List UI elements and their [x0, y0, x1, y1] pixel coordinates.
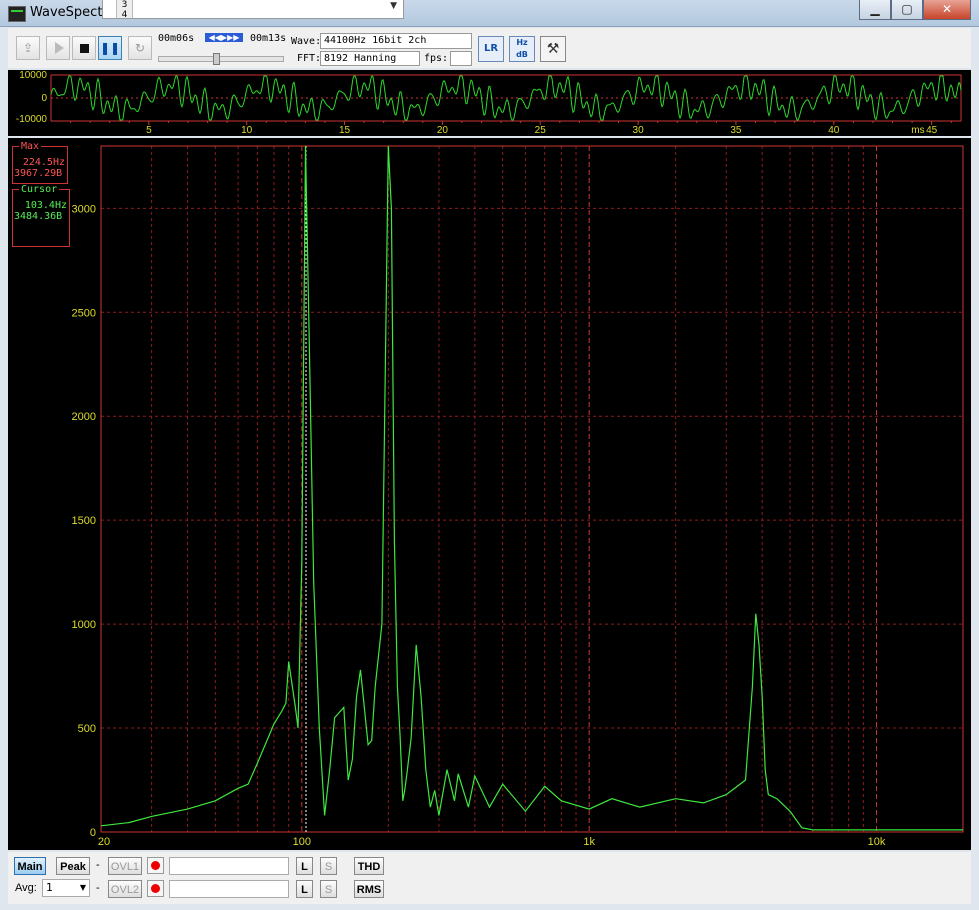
- ovl2-s-button[interactable]: S: [320, 880, 337, 898]
- spec-y-tick-label: 2500: [72, 307, 96, 319]
- spec-y-tick-label: 1500: [72, 515, 96, 527]
- max-value: 3967.29B: [14, 168, 63, 179]
- file-list-dropdown[interactable]: 34 ▼: [102, 0, 404, 20]
- avg-select[interactable]: 1 ▼: [42, 879, 90, 897]
- hz-db-scale-button[interactable]: Hz dB: [509, 36, 535, 62]
- record-ovl2-icon[interactable]: [147, 880, 164, 897]
- wave-y-tick-label: 10000: [19, 70, 47, 81]
- ovl1-s-button[interactable]: S: [320, 857, 337, 875]
- minimize-button[interactable]: ▁: [859, 0, 891, 20]
- spec-y-tick-label: 500: [78, 723, 96, 735]
- wave-x-tick-label: 35: [730, 125, 742, 136]
- seek-buttons[interactable]: ◀◀▶▶▶: [205, 33, 243, 42]
- fft-label: FFT:: [297, 53, 322, 64]
- title-bar: WaveSpectra 34 ▼ ▁ ▢ ✕: [0, 0, 979, 27]
- wave-format-field: 44100Hz 16bit 2ch: [320, 33, 472, 49]
- fft-settings-field: 8192 Hanning: [320, 51, 420, 66]
- spec-y-tick-label: 3000: [72, 203, 96, 215]
- spectrum-panel: 3000 2500 2000 1500 1000 500 0 20 100 1k 10k Max 2…: [8, 138, 971, 850]
- loop-button[interactable]: ↻: [128, 36, 152, 60]
- wave-y-tick-label: -10000: [16, 114, 48, 125]
- wrench-icon[interactable]: ⚒: [540, 36, 566, 62]
- spec-x-tick-label: 1k: [583, 836, 595, 848]
- chevron-down-icon[interactable]: ▼: [390, 1, 397, 11]
- stop-button[interactable]: [72, 36, 96, 60]
- record-ovl1-icon[interactable]: [147, 857, 164, 874]
- play-button[interactable]: [46, 36, 70, 60]
- spec-y-tick-label: 2000: [72, 411, 96, 423]
- pause-button[interactable]: ❚❚: [98, 36, 122, 60]
- position-slider[interactable]: [158, 56, 284, 62]
- fps-field: [450, 51, 472, 66]
- separator-dash: -: [96, 882, 100, 894]
- waveform-chart: 10000 0 -10000 5 10 15 20 25 30 35 40 45ms: [16, 70, 962, 136]
- thd-button[interactable]: THD: [354, 857, 384, 875]
- spectrum-series-0: [100, 145, 963, 831]
- spec-x-tick-label: 100: [293, 836, 311, 848]
- open-file-button[interactable]: ⇪: [16, 36, 40, 60]
- ovl1-button[interactable]: OVL1: [108, 857, 142, 875]
- ovl1-l-button[interactable]: L: [296, 857, 313, 875]
- wave-x-tick-label: 45: [926, 125, 938, 136]
- separator-dash: -: [96, 859, 100, 871]
- wave-x-tick-label: 10: [241, 125, 253, 136]
- fps-label: fps:: [424, 53, 449, 64]
- wave-x-tick-label: 30: [633, 125, 645, 136]
- bottom-controls: Main Peak - OVL1 L S THD Avg: 1 ▼ - OVL2 …: [8, 852, 971, 904]
- position-slider-thumb[interactable]: [213, 53, 220, 65]
- max-label: Max: [19, 141, 42, 152]
- rms-button[interactable]: RMS: [354, 880, 384, 898]
- wave-label: Wave:: [291, 36, 322, 47]
- wave-x-tick-label: 40: [828, 125, 840, 136]
- avg-label: Avg:: [15, 882, 37, 894]
- max-readout: Max 224.5Hz 3967.29B: [12, 141, 68, 184]
- waveform-panel: 10000 0 -10000 5 10 15 20 25 30 35 40 45 ms: [8, 70, 971, 136]
- list-index: 34: [116, 0, 133, 20]
- close-button[interactable]: ✕: [923, 0, 971, 20]
- wave-x-unit: ms: [911, 125, 924, 136]
- time-total: 00m13s: [250, 33, 287, 44]
- cursor-readout: Cursor 103.4Hz 3484.36B: [12, 184, 70, 247]
- max-freq: 224.5Hz: [22, 157, 65, 168]
- app-icon: [8, 6, 26, 22]
- maximize-button[interactable]: ▢: [891, 0, 923, 20]
- spec-x-tick-label: 10k: [868, 836, 886, 848]
- ovl1-field[interactable]: [169, 857, 289, 875]
- cursor-freq: 103.4Hz: [24, 200, 67, 211]
- ovl2-field[interactable]: [169, 880, 289, 898]
- cursor-label: Cursor: [19, 184, 60, 195]
- wave-y-tick-label: 0: [41, 93, 47, 104]
- ovl2-l-button[interactable]: L: [296, 880, 313, 898]
- wave-x-tick-label: 5: [146, 125, 152, 136]
- spec-x-tick-label: 20: [98, 836, 110, 848]
- wave-x-tick-label: 20: [437, 125, 449, 136]
- time-current: 00m06s: [158, 33, 195, 44]
- lr-channel-button[interactable]: LR: [478, 36, 504, 62]
- wave-x-tick-label: 25: [535, 125, 547, 136]
- spec-y-tick-label: 1000: [72, 619, 96, 631]
- spec-y-tick-label: 0: [90, 827, 96, 839]
- main-button[interactable]: Main: [14, 857, 46, 875]
- peak-button[interactable]: Peak: [56, 857, 90, 875]
- wave-x-tick-label: 15: [339, 125, 351, 136]
- ovl2-button[interactable]: OVL2: [108, 880, 142, 898]
- cursor-value: 3484.36B: [14, 211, 63, 222]
- spectrum-chart: 3000 2500 2000 1500 1000 500 020 100 1k 10k: [72, 145, 964, 848]
